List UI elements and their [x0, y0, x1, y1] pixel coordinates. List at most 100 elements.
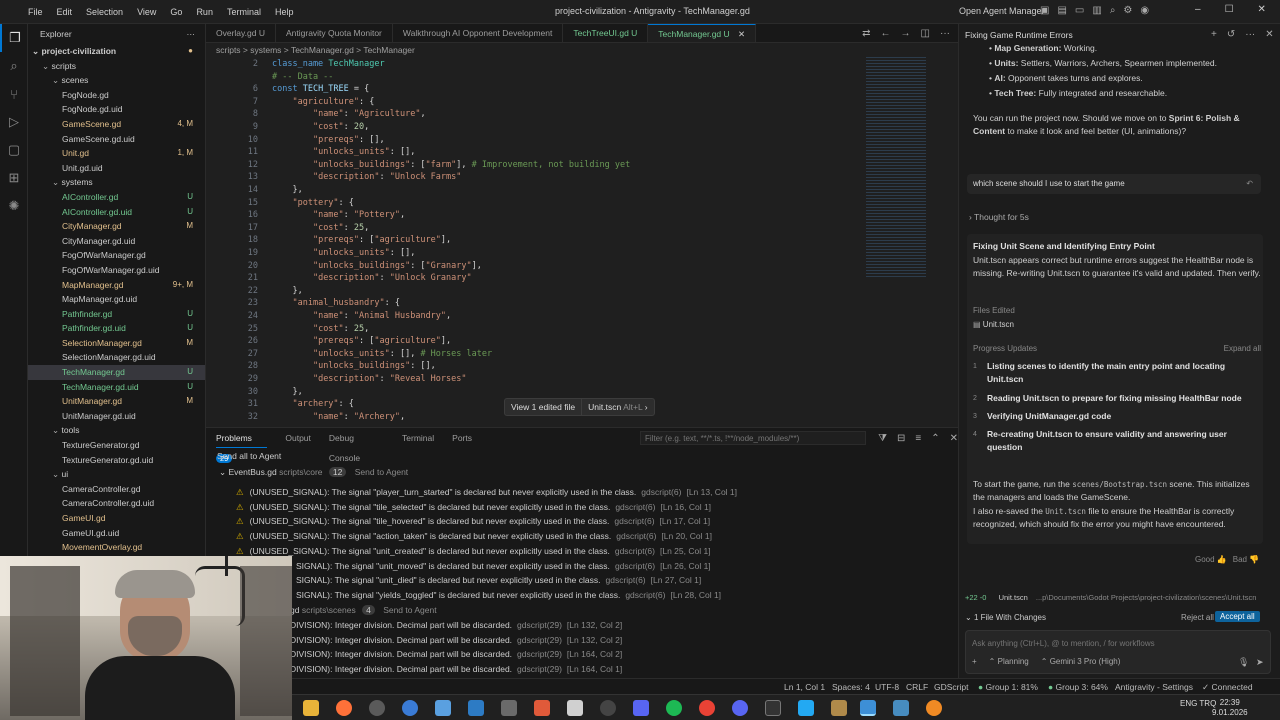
code-line[interactable]: "unlocks_buildings": ["farm"], # Improve… [272, 160, 630, 170]
code-line[interactable]: "description": "Unlock Farms" [272, 172, 461, 182]
godot-taskbar-icon[interactable] [893, 700, 909, 716]
bad-feedback-button[interactable]: Bad 👎 [1233, 555, 1259, 564]
thought-toggle[interactable]: › Thought for 5s [969, 212, 1029, 222]
tab-ports[interactable]: Ports [452, 428, 472, 448]
progress-step[interactable]: 3 Verifying UnitManager.gd code [973, 410, 1263, 423]
code-line[interactable]: const TECH_TREE = { [272, 84, 369, 94]
firefox-taskbar-icon[interactable] [336, 700, 352, 716]
breadcrumb[interactable]: scripts > systems > TechManager.gd > Tec… [206, 43, 958, 57]
tab-techtreeui[interactable]: TechTreeUI.gd U [563, 24, 649, 42]
layout-bottom-icon[interactable]: ▭ [1075, 5, 1084, 16]
progress-step[interactable]: 1 Listing scenes to identify the main ent… [973, 360, 1263, 386]
app5-taskbar-icon[interactable] [534, 700, 550, 716]
problem-row[interactable]: DIVISION): Integer division. Decimal par… [290, 649, 622, 659]
tab-techmanager[interactable]: TechManager.gd U ✕ [648, 24, 757, 42]
problem-row[interactable]: ⚠ (UNUSED_SIGNAL): The signal "tile_hover… [236, 516, 710, 527]
tab-output[interactable]: Output [285, 428, 311, 448]
code-line[interactable]: "prereqs": ["agriculture"], [272, 235, 451, 245]
source-control-icon[interactable]: ⑂ [0, 80, 28, 108]
file-item[interactable]: AIController.gd U [28, 190, 205, 205]
file-item[interactable]: Unit.gd.uid [28, 161, 205, 176]
file-item[interactable]: MovementOverlay.gd [28, 540, 205, 555]
progress-step[interactable]: 2 Reading Unit.tscn to prepare for fixing… [973, 392, 1263, 405]
file-item[interactable]: MapManager.gd.uid [28, 292, 205, 307]
connection-status[interactable]: ✓ Connected [1202, 682, 1253, 693]
app-taskbar-icon[interactable] [369, 700, 385, 716]
minimap[interactable] [866, 57, 926, 277]
problem-row[interactable]: ⚠ (UNUSED_SIGNAL): The signal "tile_selec… [236, 502, 711, 513]
code-line[interactable]: "unlocks_units": [], [272, 147, 415, 157]
menu-run[interactable]: Run [196, 7, 213, 17]
code-line[interactable]: "description": "Unlock Granary" [272, 273, 472, 283]
new-chat-icon[interactable]: + [1211, 29, 1217, 40]
files-with-changes-toggle[interactable]: ⌄ 1 File With Changes [965, 613, 1046, 622]
run-debug-icon[interactable]: ▷ [0, 108, 28, 136]
menu-terminal[interactable]: Terminal [227, 7, 261, 17]
close-window-icon[interactable]: ✕ [1258, 4, 1266, 15]
input-language[interactable]: ENG TRQ [1180, 699, 1216, 708]
tab-overlay[interactable]: Overlay.gd U [206, 24, 276, 42]
agent-icon[interactable]: ✺ [0, 192, 28, 220]
chrome-taskbar-icon[interactable] [699, 700, 715, 716]
go-back-icon[interactable]: ← [881, 24, 891, 42]
spotify-taskbar-icon[interactable] [666, 700, 682, 716]
account-icon[interactable]: ◉ [1140, 5, 1149, 16]
code-line[interactable]: "name": "Animal Husbandry", [272, 311, 451, 321]
code-line[interactable]: "cost": 25, [272, 223, 369, 233]
line-ending[interactable]: CRLF [906, 682, 928, 692]
file-item[interactable]: CityManager.gd M [28, 219, 205, 234]
steam-taskbar-icon[interactable] [468, 700, 484, 716]
code-line[interactable]: "name": "Agriculture", [272, 109, 426, 119]
close-tab-icon[interactable]: ✕ [738, 29, 745, 39]
expand-all-button[interactable]: Expand all [1224, 342, 1261, 355]
close-agent-icon[interactable]: ✕ [1265, 29, 1273, 40]
code-line[interactable]: "agriculture": { [272, 97, 374, 107]
app8-taskbar-icon[interactable] [831, 700, 847, 716]
system-clock[interactable]: 22:39 9.01.2026 [1212, 698, 1248, 718]
menu-help[interactable]: Help [275, 7, 294, 17]
file-item[interactable]: UnitManager.gd.uid [28, 409, 205, 424]
edited-file-link[interactable]: Unit.tscn Alt+L › [582, 399, 653, 415]
progress-step[interactable]: 4 Re-creating Unit.tscn to ensure validit… [973, 428, 1263, 454]
changed-file-row[interactable]: +22 -0 Unit.tscn ...p\Documents\Godot Pr… [965, 593, 1275, 602]
layout-panel-icon[interactable]: ▣ [1040, 5, 1049, 16]
split-editor-icon[interactable]: ◫ [921, 24, 930, 42]
file-explorer-taskbar-icon[interactable] [303, 700, 319, 716]
file-item[interactable]: FogOfWarManager.gd [28, 248, 205, 263]
quota-group-1[interactable]: ● Group 1: 81% [978, 682, 1038, 692]
code-line[interactable]: "description": "Reveal Horses" [272, 374, 467, 384]
more-actions-icon[interactable]: ··· [187, 24, 196, 44]
collapse-all-icon[interactable]: ⊟ [897, 433, 905, 444]
accept-all-button[interactable]: Accept all [1215, 611, 1260, 622]
file-item[interactable]: CityManager.gd.uid [28, 234, 205, 249]
problem-row[interactable]: ⚠ (UNUSED_SIGNAL): The signal "unit_creat… [236, 546, 711, 557]
edited-file-chip[interactable]: ▤ Unit.tscn [973, 318, 1263, 331]
problem-row[interactable]: ⚠ (UNUSED_SIGNAL): The signal "action_tak… [236, 531, 712, 542]
code-editor[interactable]: 2 class_name TechManager # -- Data -- 6 cons… [206, 57, 958, 427]
chat-input[interactable] [972, 635, 1262, 651]
file-item[interactable]: TextureGenerator.gd.uid [28, 453, 205, 468]
quota-group-3[interactable]: ● Group 3: 64% [1048, 682, 1108, 692]
code-line[interactable]: "name": "Pottery", [272, 210, 405, 220]
folder-item[interactable]: ⌄ systems [28, 175, 205, 190]
microphone-icon[interactable]: 🎙 [1238, 657, 1249, 668]
problem-row[interactable]: SIGNAL): The signal "yields_toggled" is … [290, 590, 721, 600]
file-item[interactable]: FogNode.gd.uid [28, 102, 205, 117]
language-mode[interactable]: GDScript [934, 682, 968, 692]
code-line[interactable]: "unlocks_units": [], # Horses later [272, 349, 492, 359]
send-icon[interactable]: ➤ [1256, 657, 1264, 668]
code-line[interactable]: }, [272, 387, 302, 397]
file-item[interactable]: MapManager.gd 9+, M [28, 278, 205, 293]
menu-go[interactable]: Go [170, 7, 182, 17]
app7-taskbar-icon[interactable] [633, 700, 649, 716]
clock-app-taskbar-icon[interactable] [600, 700, 616, 716]
menu-edit[interactable]: Edit [57, 7, 73, 17]
problems-filter-input[interactable] [640, 431, 867, 445]
problem-row[interactable]: SIGNAL): The signal "unit_moved" is decl… [290, 561, 711, 571]
code-line[interactable]: "cost": 20, [272, 122, 369, 132]
history-icon[interactable]: ↺ [1227, 29, 1235, 40]
code-line[interactable]: "prereqs": [], [272, 135, 385, 145]
code-line[interactable]: "prereqs": ["agriculture"], [272, 336, 451, 346]
model-selector[interactable]: ⌃ Gemini 3 Pro (High) [1041, 657, 1121, 666]
file-item[interactable]: SelectionManager.gd.uid [28, 350, 205, 365]
